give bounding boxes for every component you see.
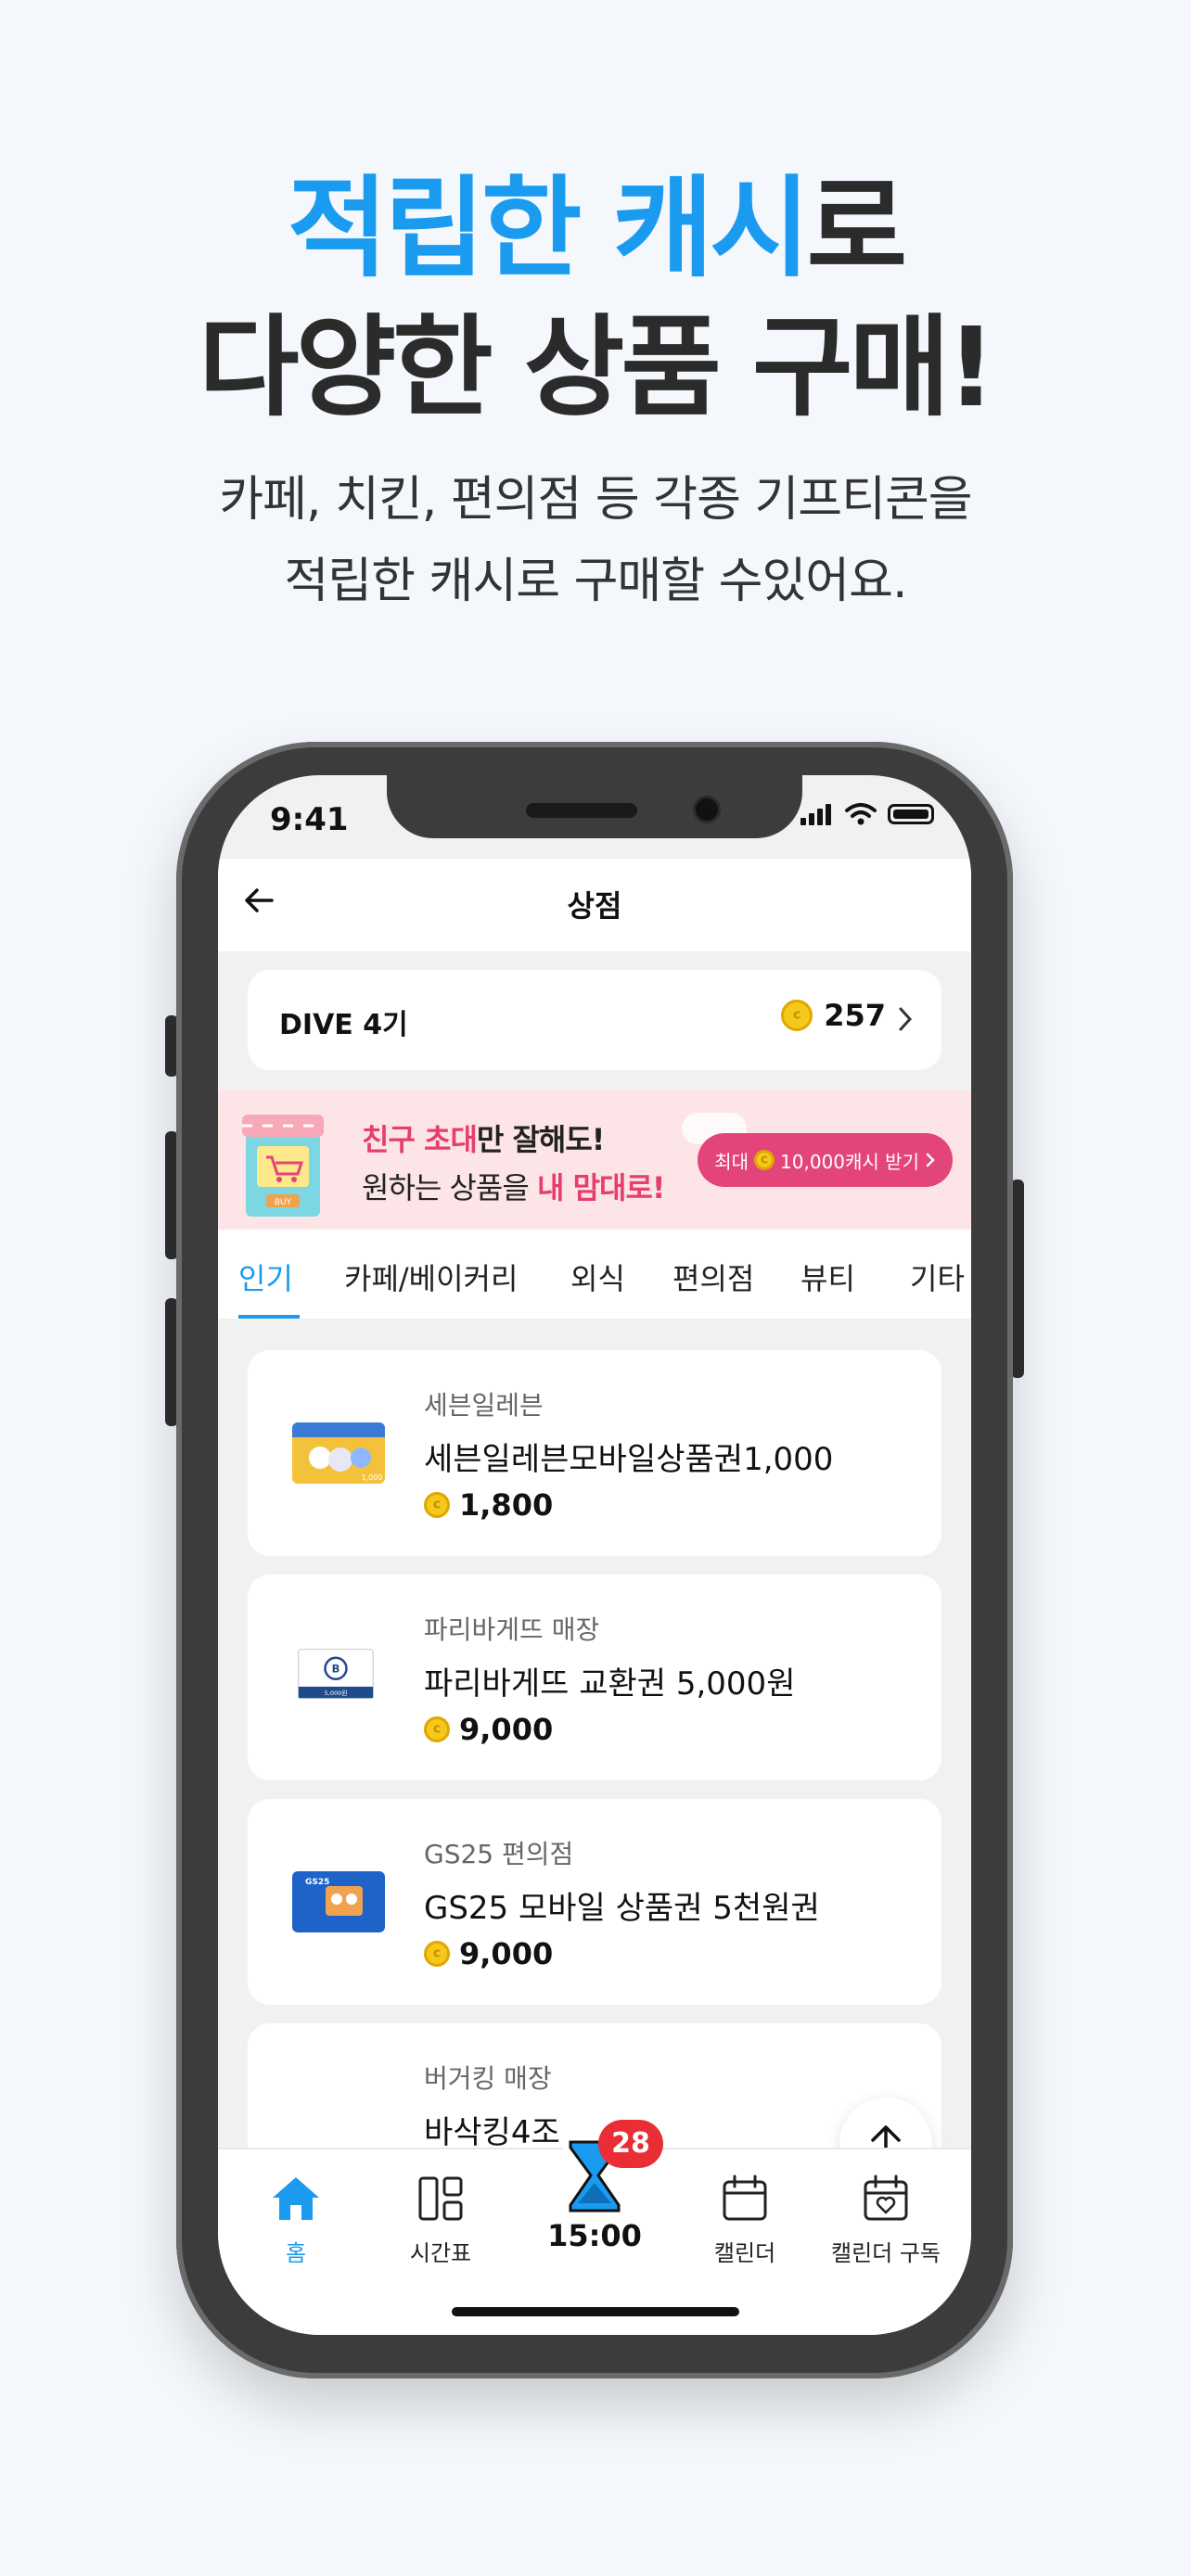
subtext-line1: 카페, 치킨, 편의점 등 각종 기프티콘을	[219, 472, 972, 528]
points-value: 257	[824, 998, 886, 1033]
nav-label: 캘린더 구독	[830, 2240, 941, 2266]
points-balance: 257	[781, 998, 886, 1033]
product-category: GS25 편의점	[424, 1839, 574, 1869]
home-icon	[273, 2177, 319, 2220]
product-card[interactable]: 1,000 세븐일레븐 세븐일레븐모바일상품권1,000 1,800	[248, 1350, 941, 1556]
thumb-amount: 1,000	[362, 1473, 383, 1482]
invite-banner[interactable]: BUY 친구 초대만 잘해도! 원하는 상품을 내 맘대로! 최대 10,000…	[218, 1090, 971, 1230]
tab-cafe-bakery[interactable]: 카페/베이커리	[344, 1256, 518, 1298]
tab-dining[interactable]: 외식	[570, 1256, 625, 1298]
price-value: 9,000	[459, 1936, 554, 1971]
price-value: 1,800	[459, 1487, 554, 1523]
product-price: 9,000	[424, 1936, 553, 1971]
product-name: GS25 모바일 상품권 5천원권	[424, 1890, 820, 1927]
product-category: 세븐일레븐	[424, 1390, 544, 1421]
bottom-navigation: 홈 시간표 28 15:00 캘린더 캘린더 구독	[218, 2120, 971, 2335]
phone-frame: 9:41 상점 DIVE 4기 257	[176, 742, 1013, 2378]
nav-label: 캘린더	[713, 2240, 776, 2266]
category-tabs: 인기 카페/베이커리 외식 편의점 뷰티 기타	[218, 1230, 971, 1319]
app-bar: 상점	[218, 859, 971, 951]
page-title: 상점	[567, 888, 622, 924]
tab-popular[interactable]: 인기	[238, 1256, 293, 1298]
front-camera	[693, 796, 721, 823]
product-thumbnail-7eleven: 1,000	[292, 1422, 385, 1484]
store-sign: BUY	[275, 1198, 292, 1207]
headline-line2: 다양한 상품 구매!	[198, 303, 996, 431]
signal-icon	[800, 803, 834, 825]
product-thumbnail-gs25: GS25	[292, 1871, 385, 1932]
phone-power-button	[1011, 1180, 1024, 1378]
product-price: 1,800	[424, 1487, 553, 1523]
headline-rest: 로	[806, 164, 908, 292]
calendar-heart-icon	[864, 2174, 908, 2221]
product-name: 세븐일레븐모바일상품권1,000	[424, 1441, 834, 1478]
thumb-brand: GS25	[305, 1878, 329, 1887]
nav-calendar-subscribe[interactable]: 캘린더 구독	[812, 2174, 960, 2267]
status-icons	[800, 803, 934, 825]
product-card[interactable]: GS25 GS25 편의점 GS25 모바일 상품권 5천원권 9,000	[248, 1799, 941, 2005]
subtext-line2: 적립한 캐시로 구매할 수있어요.	[284, 554, 907, 609]
product-price: 9,000	[424, 1712, 553, 1747]
points-card[interactable]: DIVE 4기 257	[248, 970, 941, 1070]
banner-highlight1: 친구 초대	[362, 1122, 478, 1157]
product-name: 파리바게뜨 교환권 5,000원	[424, 1665, 796, 1702]
headline-line1: 적립한 캐시로	[0, 139, 1191, 298]
product-thumbnail-parisbaguette: B 5,000원	[298, 1649, 374, 1699]
nav-calendar[interactable]: 캘린더	[680, 2174, 810, 2267]
product-category: 파리바게뜨 매장	[424, 1614, 600, 1645]
active-tab-indicator	[238, 1315, 300, 1319]
wifi-icon	[845, 803, 877, 825]
shopping-store-icon: BUY	[242, 1115, 324, 1217]
phone-screen: 9:41 상점 DIVE 4기 257	[218, 775, 971, 2335]
timer-badge: 28	[598, 2120, 663, 2168]
speaker-grill	[526, 803, 637, 818]
tab-convenience-store[interactable]: 편의점	[672, 1256, 754, 1298]
banner-line1: 친구 초대만 잘해도!	[362, 1116, 605, 1159]
points-label: DIVE 4기	[279, 1009, 408, 1041]
banner-cta-button[interactable]: 최대 10,000캐시 받기	[698, 1133, 953, 1187]
coin-icon	[754, 1150, 775, 1170]
banner-rest1: 만 잘해도!	[476, 1122, 605, 1157]
coin-icon	[424, 1716, 450, 1742]
banner-line2: 원하는 상품을 내 맘대로!	[362, 1165, 665, 1207]
calendar-icon	[723, 2174, 767, 2221]
status-time: 9:41	[270, 801, 349, 838]
thumb-amount: 5,000원	[325, 1689, 348, 1697]
price-value: 9,000	[459, 1712, 554, 1747]
product-category: 버거킹 매장	[424, 2063, 552, 2094]
banner-start2: 원하는 상품을	[362, 1170, 537, 1205]
coin-icon	[424, 1941, 450, 1967]
chevron-right-icon	[899, 1007, 913, 1031]
home-indicator	[452, 2307, 739, 2316]
chevron-right-icon	[926, 1153, 935, 1167]
battery-icon	[888, 804, 934, 824]
tab-etc[interactable]: 기타	[910, 1256, 965, 1298]
svg-text:B: B	[332, 1662, 340, 1675]
banner-highlight2: 내 맘대로!	[536, 1170, 665, 1205]
product-card[interactable]: B 5,000원 파리바게뜨 매장 파리바게뜨 교환권 5,000원 9,000	[248, 1575, 941, 1780]
coin-icon	[424, 1492, 450, 1518]
product-name: 바삭킹4조	[424, 2114, 560, 2151]
headline-accent: 적립한 캐시	[287, 164, 811, 292]
cta-prefix: 최대	[714, 1150, 749, 1173]
tab-beauty[interactable]: 뷰티	[800, 1256, 855, 1298]
cta-text: 10,000캐시 받기	[780, 1150, 919, 1173]
phone-notch	[387, 775, 802, 838]
timetable-icon	[418, 2176, 463, 2221]
coin-icon	[781, 1000, 813, 1031]
